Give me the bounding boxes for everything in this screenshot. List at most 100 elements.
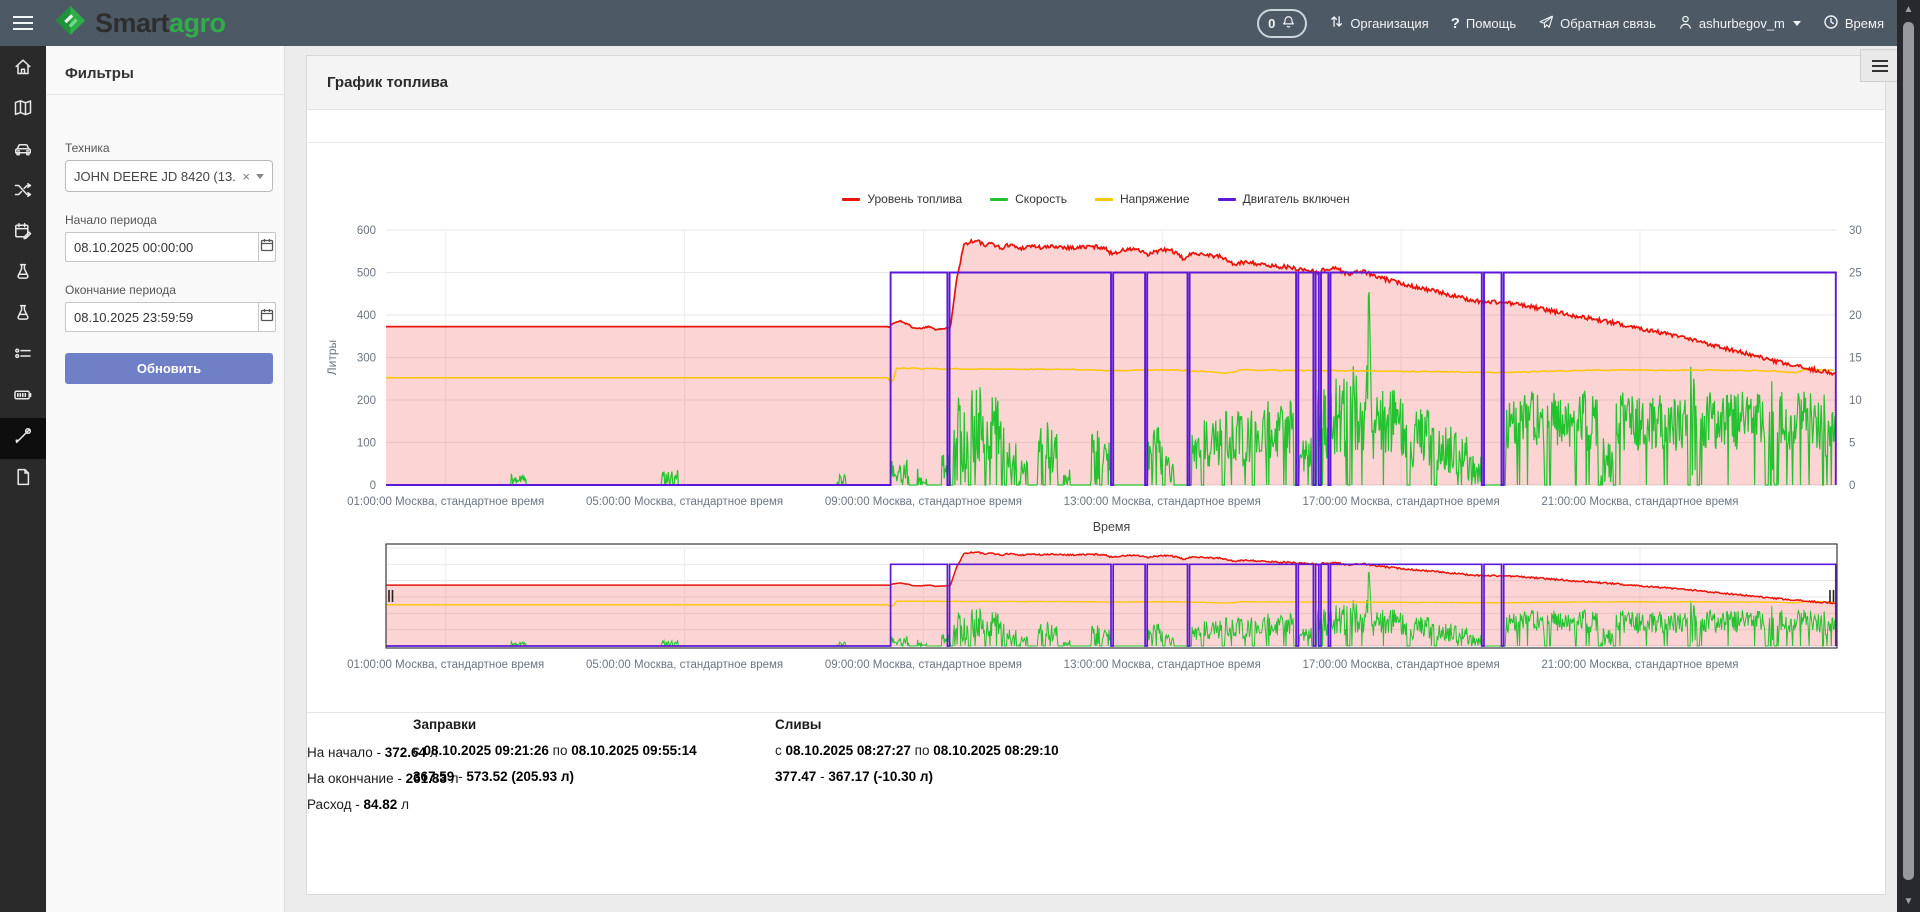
sidebar-item-lab[interactable] xyxy=(0,295,46,336)
period-start-calendar-button[interactable] xyxy=(258,232,276,262)
help-menu[interactable]: ? Помощь xyxy=(1451,15,1516,32)
user-menu[interactable]: ashurbegov_m xyxy=(1678,14,1801,33)
username-label: ashurbegov_m xyxy=(1699,16,1785,31)
svg-text:09:00:00 Москва, стандартное в: 09:00:00 Москва, стандартное время xyxy=(825,496,1022,508)
svg-text:01:00:00 Москва, стандартное в: 01:00:00 Москва, стандартное время xyxy=(347,496,544,508)
sidebar xyxy=(0,46,46,912)
svg-text:17:00:00 Москва, стандартное в: 17:00:00 Москва, стандартное время xyxy=(1303,659,1500,671)
svg-text:Время: Время xyxy=(1093,520,1131,534)
time-menu[interactable]: Время xyxy=(1823,14,1884,33)
sidebar-item-parameters[interactable] xyxy=(0,336,46,377)
tools-icon xyxy=(13,426,33,451)
period-start-label: Начало периода xyxy=(65,213,284,227)
feedback-menu[interactable]: Обратная связь xyxy=(1538,14,1656,33)
card-title: График топлива xyxy=(327,74,448,91)
legend-item[interactable]: Двигатель включен xyxy=(1218,192,1350,206)
svg-text:600: 600 xyxy=(357,225,376,237)
scroll-down-arrow[interactable]: ▼ xyxy=(1897,896,1920,907)
organization-menu[interactable]: Организация xyxy=(1329,14,1428,32)
svg-text:100: 100 xyxy=(357,438,376,450)
svg-text:01:00:00 Москва, стандартное в: 01:00:00 Москва, стандартное время xyxy=(347,659,544,671)
clear-icon[interactable]: × xyxy=(242,169,250,184)
svg-text:10: 10 xyxy=(1849,395,1862,407)
fuel-consumption-line: Расход - 84.82 л xyxy=(307,797,459,812)
notifications-button[interactable]: 0 xyxy=(1257,9,1307,38)
calendar-icon xyxy=(259,237,275,258)
svg-text:400: 400 xyxy=(357,310,376,322)
brand-logo[interactable]: Smartagro xyxy=(54,4,226,42)
help-label: Помощь xyxy=(1466,16,1516,31)
svg-text:Литры: Литры xyxy=(325,340,339,375)
period-end-input[interactable] xyxy=(65,302,258,332)
sidebar-item-tools[interactable] xyxy=(0,418,46,459)
drains-period: с 08.10.2025 08:27:27 по 08.10.2025 08:2… xyxy=(775,741,1059,760)
topbar-actions: 0 Организация ? Помощь xyxy=(1257,0,1884,46)
fuel-flask-icon xyxy=(13,262,33,287)
filters-panel: Фильтры Техника JOHN DEERE JD 8420 (13..… xyxy=(46,46,285,912)
list-settings-icon xyxy=(13,344,33,369)
legend-label: Напряжение xyxy=(1120,192,1190,206)
card-header: График топлива xyxy=(307,56,1885,110)
sidebar-item-battery[interactable] xyxy=(0,377,46,418)
divider xyxy=(307,712,1885,713)
sidebar-item-reports[interactable] xyxy=(0,459,46,500)
period-end-calendar-button[interactable] xyxy=(258,302,276,332)
card-toolbar xyxy=(307,110,1885,143)
filters-title: Фильтры xyxy=(46,46,284,95)
report-icon xyxy=(13,467,33,492)
svg-text:30: 30 xyxy=(1849,225,1862,237)
drains-block: Сливы с 08.10.2025 08:27:27 по 08.10.202… xyxy=(775,717,1059,793)
update-button[interactable]: Обновить xyxy=(65,353,273,384)
scroll-up-arrow[interactable]: ▲ xyxy=(1897,4,1920,15)
brand-logo-icon xyxy=(54,4,87,42)
home-icon xyxy=(13,57,33,82)
vehicle-select-value: JOHN DEERE JD 8420 (13... xyxy=(74,169,236,184)
svg-text:09:00:00 Москва, стандартное в: 09:00:00 Москва, стандартное время xyxy=(825,659,1022,671)
organization-label: Организация xyxy=(1350,16,1428,31)
vehicle-select[interactable]: JOHN DEERE JD 8420 (13... × xyxy=(65,160,273,192)
svg-text:200: 200 xyxy=(357,395,376,407)
svg-text:21:00:00 Москва, стандартное в: 21:00:00 Москва, стандартное время xyxy=(1541,659,1738,671)
refuels-volume: 367.59 - 573.52 (205.93 л) xyxy=(413,767,697,786)
svg-text:500: 500 xyxy=(357,268,376,280)
svg-text:15: 15 xyxy=(1849,353,1862,365)
map-icon xyxy=(13,98,33,123)
legend-label: Двигатель включен xyxy=(1243,192,1350,206)
chart-context-menu-button[interactable] xyxy=(1860,49,1900,82)
sidebar-item-home[interactable] xyxy=(0,49,46,90)
bell-icon xyxy=(1281,14,1296,33)
paper-plane-icon xyxy=(1538,14,1554,33)
sidebar-item-vehicles[interactable] xyxy=(0,131,46,172)
page-scrollbar[interactable]: ▲ ▼ xyxy=(1897,0,1920,912)
legend-item[interactable]: Напряжение xyxy=(1095,192,1190,206)
swap-arrows-icon xyxy=(1329,14,1344,32)
svg-text:0: 0 xyxy=(370,480,376,492)
menu-toggle-button[interactable] xyxy=(0,0,46,46)
sidebar-item-routes[interactable] xyxy=(0,172,46,213)
page: Smartagro 0 Организация xyxy=(0,0,1920,912)
svg-text:5: 5 xyxy=(1849,438,1855,450)
user-icon xyxy=(1678,14,1693,33)
svg-text:25: 25 xyxy=(1849,268,1862,280)
vehicle-icon xyxy=(13,139,33,164)
legend-label: Уровень топлива xyxy=(867,192,962,206)
refuels-period: с 08.10.2025 09:21:26 по 08.10.2025 09:5… xyxy=(413,741,697,760)
legend-item[interactable]: Уровень топлива xyxy=(842,192,962,206)
scrollbar-thumb[interactable] xyxy=(1903,22,1914,880)
chart-legend: Уровень топлива Скорость Напряжение Двигате… xyxy=(306,192,1886,206)
svg-text:21:00:00 Москва, стандартное в: 21:00:00 Москва, стандартное время xyxy=(1541,496,1738,508)
sidebar-item-planning[interactable] xyxy=(0,213,46,254)
chevron-down-icon xyxy=(1793,21,1801,26)
fuel-chart[interactable]: 01:00:00 Москва, стандартное время05:00:… xyxy=(306,150,1886,550)
clock-icon xyxy=(1823,14,1839,33)
svg-text:20: 20 xyxy=(1849,310,1862,322)
period-start-input[interactable] xyxy=(65,232,258,262)
topbar: Smartagro 0 Организация xyxy=(0,0,1920,46)
legend-item[interactable]: Скорость xyxy=(990,192,1067,206)
chart-navigator[interactable]: 01:00:00 Москва, стандартное время05:00:… xyxy=(306,540,1886,685)
sidebar-item-map[interactable] xyxy=(0,90,46,131)
flask-icon xyxy=(13,303,33,328)
brand-name: Smartagro xyxy=(95,8,226,39)
refuels-block: Заправки с 08.10.2025 09:21:26 по 08.10.… xyxy=(413,717,697,793)
sidebar-item-fuel[interactable] xyxy=(0,254,46,295)
